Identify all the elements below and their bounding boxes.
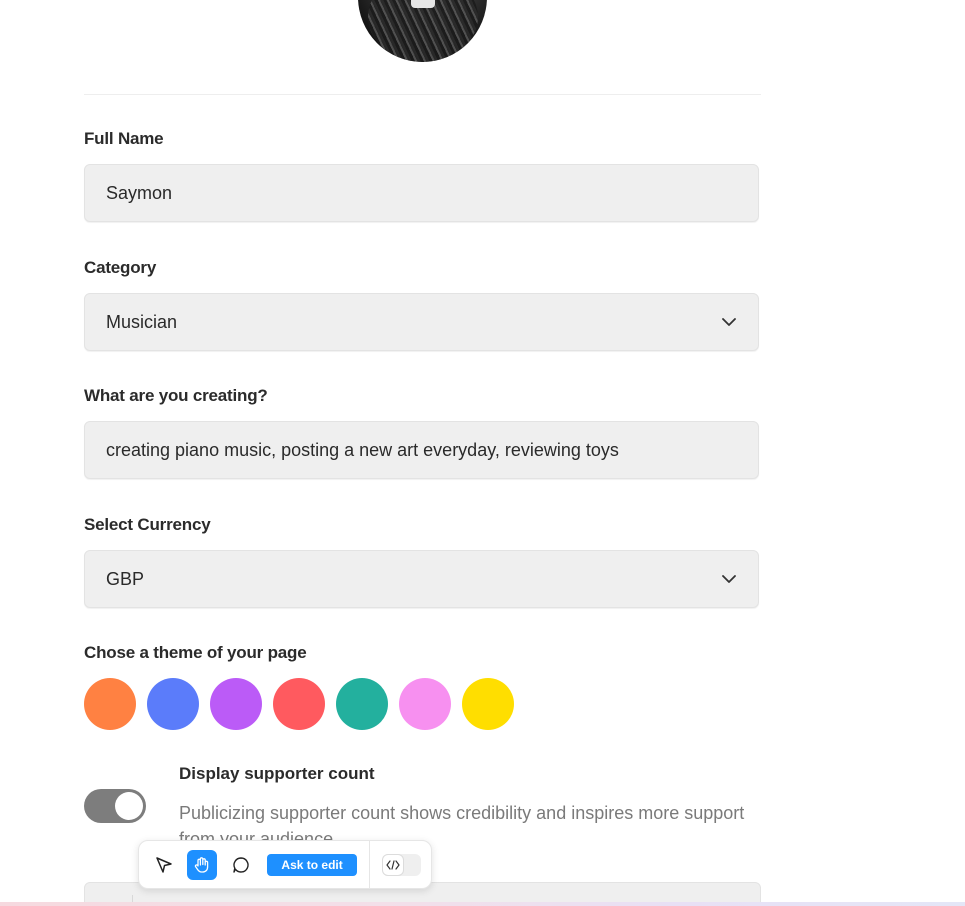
theme-swatches: [84, 678, 514, 730]
edit-page: Full Name Saymon Category Musician What …: [0, 0, 965, 906]
theme-label: Chose a theme of your page: [84, 643, 307, 662]
creating-label: What are you creating?: [84, 386, 268, 405]
currency-label: Select Currency: [84, 515, 211, 534]
full-name-label: Full Name: [84, 129, 164, 148]
code-view-toggle[interactable]: [381, 853, 422, 876]
chevron-down-icon: [721, 314, 737, 330]
comment-icon[interactable]: [226, 850, 255, 880]
code-icon: [381, 853, 404, 876]
currency-value: GBP: [106, 568, 145, 589]
full-name-input[interactable]: Saymon: [84, 164, 759, 222]
avatar[interactable]: [358, 0, 487, 62]
creating-input[interactable]: creating piano music, posting a new art …: [84, 421, 759, 479]
category-value: Musician: [106, 311, 178, 332]
chevron-down-icon: [721, 571, 737, 587]
theme-swatch[interactable]: [84, 678, 136, 730]
creating-value: creating piano music, posting a new art …: [106, 439, 619, 460]
edit-toolbar: Ask to edit: [138, 840, 432, 889]
camera-icon[interactable]: [411, 0, 435, 8]
theme-swatch[interactable]: [210, 678, 262, 730]
theme-swatch[interactable]: [336, 678, 388, 730]
theme-swatch[interactable]: [399, 678, 451, 730]
currency-select[interactable]: GBP: [84, 550, 759, 608]
toolbar-separator: [368, 840, 370, 889]
category-label: Category: [84, 258, 157, 277]
toggle-knob: [115, 792, 143, 820]
divider: [84, 94, 761, 95]
category-select[interactable]: Musician: [84, 293, 759, 351]
theme-swatch[interactable]: [273, 678, 325, 730]
theme-swatch[interactable]: [147, 678, 199, 730]
pointer-icon[interactable]: [149, 850, 178, 880]
bottom-strip: [0, 902, 965, 906]
hand-icon[interactable]: [187, 849, 217, 880]
ask-to-edit-button[interactable]: Ask to edit: [267, 853, 357, 876]
supporter-count-title: Display supporter count: [179, 764, 375, 783]
avatar-photo: [368, 0, 478, 62]
supporter-count-toggle[interactable]: [84, 789, 146, 823]
full-name-value: Saymon: [106, 182, 173, 203]
theme-swatch[interactable]: [462, 678, 514, 730]
